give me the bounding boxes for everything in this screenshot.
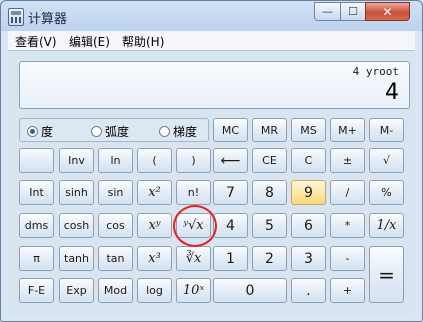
pi-button[interactable]: π — [19, 246, 54, 271]
x-cubed-button[interactable]: x³ — [137, 246, 172, 271]
clear-button[interactable]: C — [291, 148, 326, 173]
radio-degrees-label: 度 — [41, 125, 54, 139]
plusminus-button[interactable]: ± — [330, 148, 365, 173]
annotation-circle — [173, 205, 217, 247]
mc-button[interactable]: MC — [213, 118, 248, 142]
menu-help[interactable]: 帮助(H) — [122, 33, 164, 50]
window-title: 计算器 — [28, 12, 68, 27]
angle-mode-group: 度 弧度 梯度 — [19, 118, 209, 142]
digit-0-button[interactable]: 0 — [213, 278, 287, 303]
equals-button[interactable]: = — [369, 246, 404, 303]
int-button[interactable]: Int — [19, 180, 54, 205]
digit-7-button[interactable]: 7 — [213, 180, 248, 205]
mr-button[interactable]: MR — [252, 118, 287, 142]
ms-button[interactable]: MS — [291, 118, 326, 142]
x-squared-button[interactable]: x² — [137, 180, 172, 205]
calculator-window: 计算器 — ☐ ✕ 查看(V) 编辑(E) 帮助(H) 4 yroot 4 度 … — [0, 0, 423, 322]
fe-button[interactable]: F-E — [19, 278, 54, 303]
menu-bar: 查看(V) 编辑(E) 帮助(H) — [8, 31, 415, 51]
digit-2-button[interactable]: 2 — [252, 246, 287, 271]
ce-button[interactable]: CE — [252, 148, 287, 173]
title-bar[interactable]: 计算器 — ☐ ✕ — [1, 1, 422, 31]
radio-selected-icon — [27, 126, 38, 137]
radio-gradians[interactable]: 梯度 — [159, 123, 197, 140]
decimal-button[interactable]: . — [291, 278, 326, 303]
dms-button[interactable]: dms — [19, 213, 54, 238]
add-button[interactable]: + — [330, 278, 365, 303]
digit-6-button[interactable]: 6 — [291, 213, 326, 238]
lparen-button[interactable]: ( — [137, 148, 172, 173]
sqrt-button[interactable]: √ — [369, 148, 404, 173]
radio-degrees[interactable]: 度 — [27, 123, 53, 140]
menu-view[interactable]: 查看(V) — [15, 33, 57, 50]
result-readout: 4 — [385, 80, 399, 105]
radio-radians-label: 弧度 — [105, 125, 130, 139]
radio-unselected-icon — [91, 126, 102, 137]
cosh-button[interactable]: cosh — [59, 213, 94, 238]
x-power-y-button[interactable]: xʸ — [137, 213, 172, 238]
percent-button[interactable]: % — [369, 180, 404, 205]
divide-button[interactable]: / — [330, 180, 365, 205]
digit-5-button[interactable]: 5 — [252, 213, 287, 238]
calculator-icon — [8, 8, 24, 26]
tanh-button[interactable]: tanh — [59, 246, 94, 271]
digit-8-button[interactable]: 8 — [252, 180, 287, 205]
mplus-button[interactable]: M+ — [330, 118, 365, 142]
inv-button[interactable]: Inv — [59, 148, 94, 173]
mminus-button[interactable]: M- — [369, 118, 404, 142]
cube-root-button[interactable]: ∛x — [176, 246, 211, 271]
digit-4-button[interactable]: 4 — [213, 213, 248, 238]
close-button[interactable]: ✕ — [365, 2, 410, 21]
calculator-body: 4 yroot 4 度 弧度 梯度 MC MR MS M+ M- Inv ln … — [8, 51, 415, 315]
minimize-button[interactable]: — — [314, 2, 341, 21]
mod-button[interactable]: Mod — [98, 278, 133, 303]
digit-1-button[interactable]: 1 — [213, 246, 248, 271]
multiply-button[interactable]: * — [330, 213, 365, 238]
log-button[interactable]: log — [137, 278, 172, 303]
rparen-button[interactable]: ) — [176, 148, 211, 173]
maximize-button[interactable]: ☐ — [340, 2, 366, 21]
menu-edit[interactable]: 编辑(E) — [69, 33, 110, 50]
radio-unselected-icon — [159, 126, 170, 137]
subtract-button[interactable]: - — [330, 246, 365, 271]
backspace-button[interactable]: ⟵ — [213, 148, 248, 173]
radio-radians[interactable]: 弧度 — [91, 123, 129, 140]
exp-button[interactable]: Exp — [59, 278, 94, 303]
tan-button[interactable]: tan — [98, 246, 133, 271]
cos-button[interactable]: cos — [98, 213, 133, 238]
blank-button — [19, 148, 54, 173]
radio-gradians-label: 梯度 — [173, 125, 198, 139]
sinh-button[interactable]: sinh — [59, 180, 94, 205]
display: 4 yroot 4 — [19, 61, 410, 109]
factorial-button[interactable]: n! — [176, 180, 211, 205]
ln-button[interactable]: ln — [98, 148, 133, 173]
digit-9-button[interactable]: 9 — [291, 180, 326, 205]
digit-3-button[interactable]: 3 — [291, 246, 326, 271]
reciprocal-button[interactable]: 1/x — [369, 213, 404, 238]
sin-button[interactable]: sin — [98, 180, 133, 205]
expression-readout: 4 yroot — [352, 65, 399, 78]
ten-power-x-button[interactable]: 10ˣ — [176, 278, 211, 303]
